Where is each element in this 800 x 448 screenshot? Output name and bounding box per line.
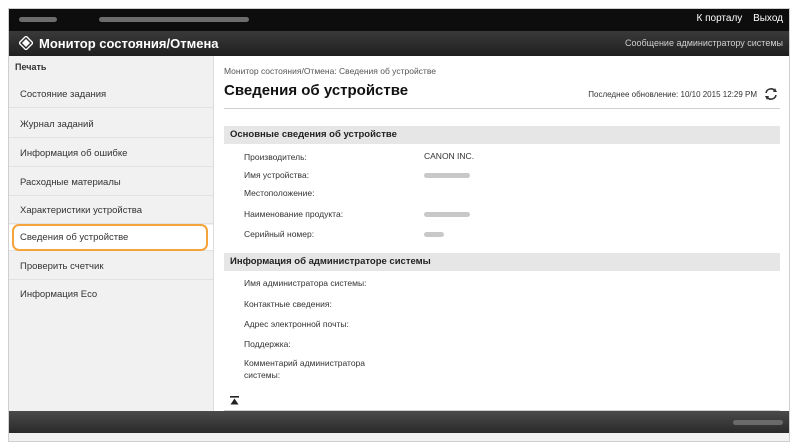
admin-comment-label-line2: системы: — [244, 370, 281, 380]
active-item-highlight — [12, 224, 208, 251]
manufacturer-value: CANON INC. — [424, 151, 475, 161]
title-bar: Монитор состояния/Отмена Сообщение админ… — [9, 31, 789, 56]
product-name-value-blurred — [424, 212, 470, 217]
sidebar: Печать Состояние задания Журнал заданий … — [9, 56, 214, 411]
sidebar-item-eco-info[interactable]: Информация Eco — [9, 282, 213, 308]
page-title: Сведения об устройстве — [224, 82, 409, 99]
sidebar-item-job-log[interactable]: Журнал заданий — [9, 112, 213, 138]
footer-under-strip — [9, 433, 789, 441]
serial-number-label: Серийный номер: — [244, 229, 315, 239]
blurred-device-info — [19, 17, 57, 22]
blurred-device-name — [99, 17, 249, 22]
title-divider — [224, 108, 780, 109]
sidebar-item-job-status[interactable]: Состояние задания — [9, 82, 213, 108]
location-label: Местоположение: — [244, 188, 315, 198]
serial-number-value-blurred — [424, 232, 444, 237]
last-update-text: Последнее обновление: 10/10 2015 12:29 P… — [588, 90, 757, 99]
portal-link[interactable]: К порталу — [697, 13, 743, 24]
contact-info-label: Контактные сведения: — [244, 299, 332, 309]
browser-viewport: К порталу Выход Монитор состояния/Отмена… — [8, 8, 790, 442]
canon-diamond-icon — [19, 36, 33, 50]
sidebar-item-device-features[interactable]: Характеристики устройства — [9, 198, 213, 224]
footer-bar — [9, 411, 789, 433]
admin-comment-label-line1: Комментарий администратора — [244, 358, 366, 368]
admin-comment-label: Комментарий администратора системы: — [244, 357, 365, 381]
basic-info-section-heading: Основные сведения об устройстве — [224, 126, 780, 144]
admin-name-label: Имя администратора системы: — [244, 278, 367, 288]
app-title: Монитор состояния/Отмена — [39, 36, 219, 51]
sidebar-item-error-info[interactable]: Информация об ошибке — [9, 141, 213, 167]
refresh-icon[interactable] — [763, 86, 779, 102]
top-links: К порталу Выход — [689, 13, 784, 24]
logout-link[interactable]: Выход — [753, 13, 783, 24]
blurred-copyright — [733, 420, 783, 425]
email-label: Адрес электронной почты: — [244, 319, 349, 329]
manufacturer-label: Производитель: — [244, 152, 307, 162]
admin-message-link[interactable]: Сообщение администратору системы — [625, 38, 783, 48]
admin-info-section-heading: Информация об администраторе системы — [224, 253, 780, 271]
to-top-icon[interactable] — [230, 396, 239, 405]
sidebar-item-consumables[interactable]: Расходные материалы — [9, 170, 213, 196]
main-content: Монитор состояния/Отмена: Сведения об ус… — [214, 56, 789, 411]
breadcrumb: Монитор состояния/Отмена: Сведения об ус… — [224, 66, 436, 76]
device-name-value-blurred — [424, 173, 470, 178]
device-name-label: Имя устройства: — [244, 170, 310, 180]
top-bar: К порталу Выход — [9, 9, 789, 31]
product-name-label: Наименование продукта: — [244, 209, 344, 219]
sidebar-item-check-counter[interactable]: Проверить счетчик — [9, 254, 213, 280]
sidebar-heading: Печать — [15, 62, 47, 72]
support-label: Поддержка: — [244, 339, 291, 349]
